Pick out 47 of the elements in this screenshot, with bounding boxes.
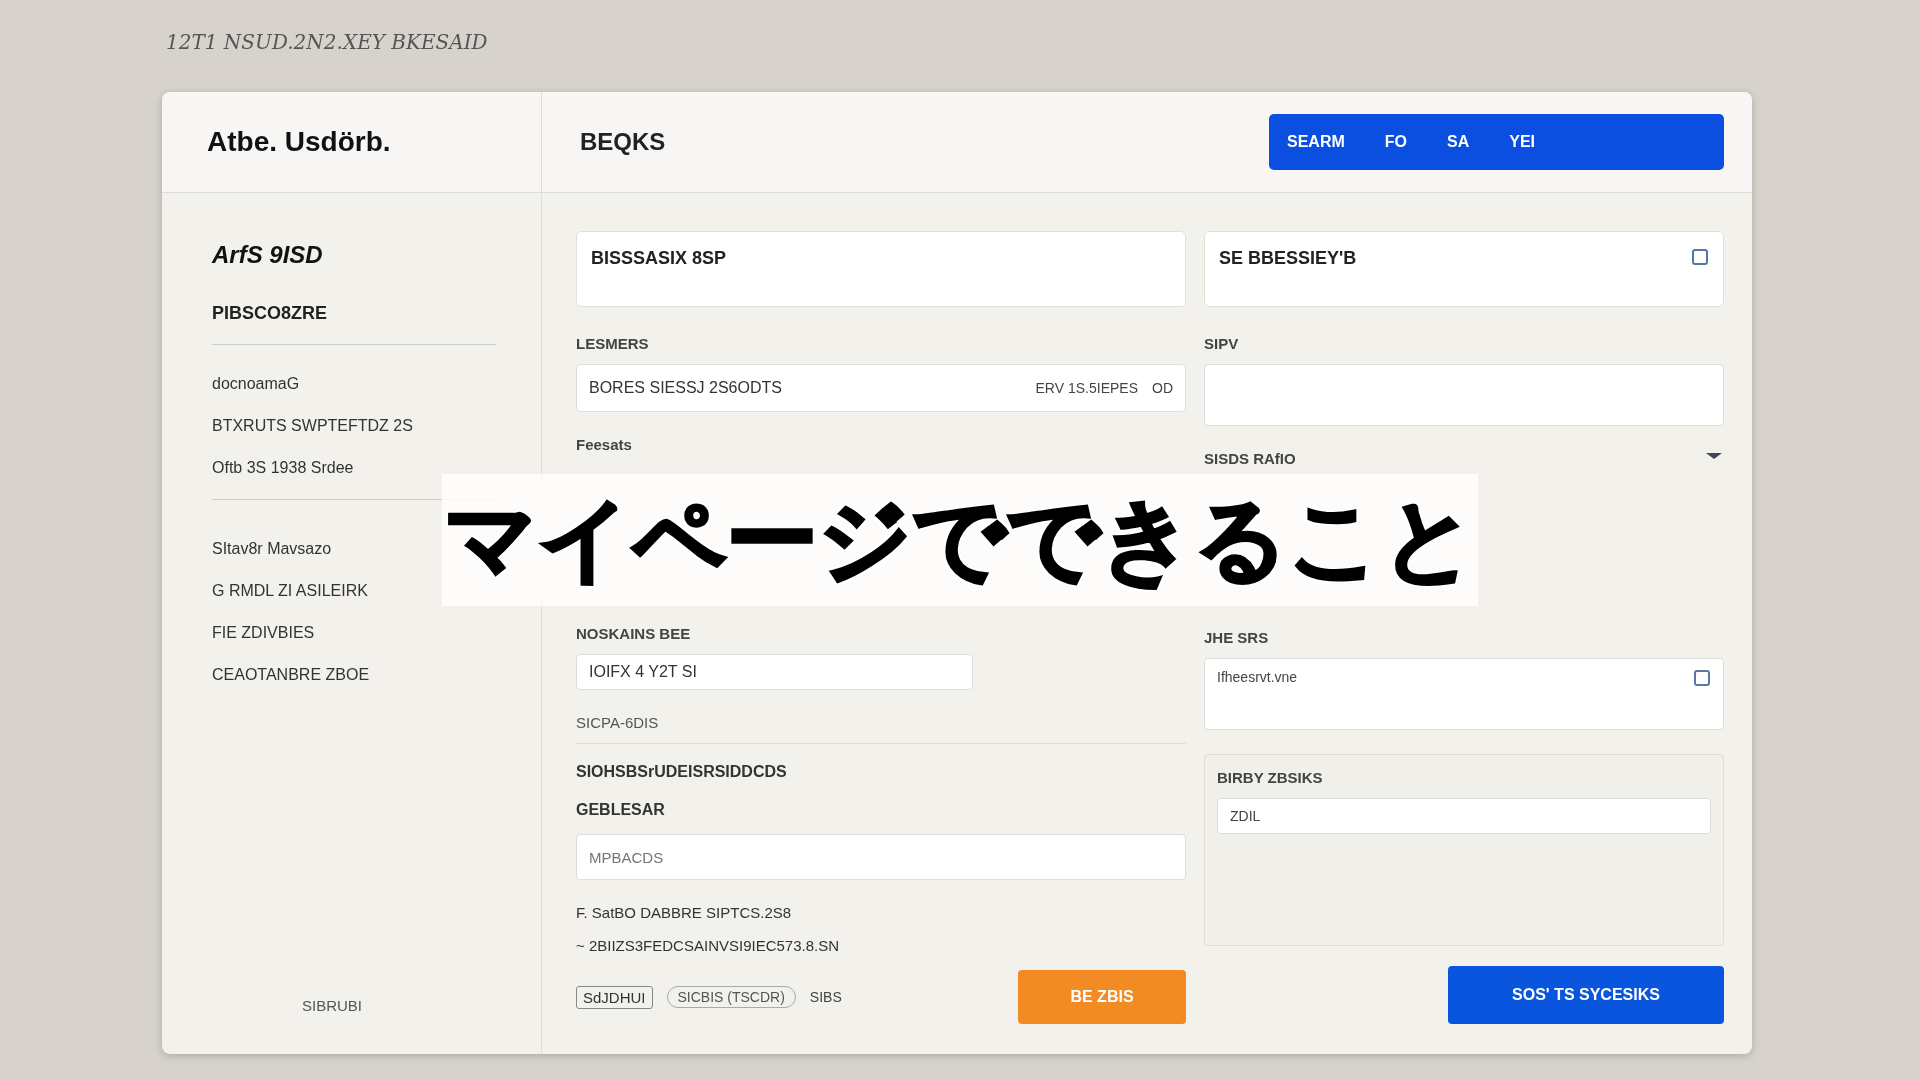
input-field[interactable]: BORES SIESSJ 2S6ODTS ERV 1S.5IEPES OD xyxy=(576,364,1186,412)
sidebar-subheading: PIBSCO8ZRE xyxy=(212,303,496,345)
square-icon xyxy=(1693,669,1711,687)
field-note: ERV 1S.5IEPES xyxy=(1035,380,1138,396)
app-title: Atbe. Usdörb. xyxy=(207,126,391,158)
info-line: ~ 2BIIZS3FEDCSAINVSI9IEC573.8.SN xyxy=(576,937,841,954)
paragraph: SIOHSBSrUDEISRSIDDCDS xyxy=(576,762,788,782)
header-button[interactable]: SEARM FO SA YEI xyxy=(1269,114,1724,170)
sidebar-item[interactable]: BTXRUTS SWPTEFTDZ 2S xyxy=(212,417,413,435)
paragraph: GEBLESAR xyxy=(576,800,666,820)
field-label: NOSKAINS BEE xyxy=(576,625,692,642)
square-icon xyxy=(1691,248,1709,266)
field-label: SISDS RAfIO xyxy=(1204,450,1296,467)
field-label: SIPV xyxy=(1204,335,1240,352)
field-label: JHE SRS xyxy=(1204,629,1270,646)
card-title: BISSSASIX 8SP xyxy=(591,248,727,270)
field-suffix: OD xyxy=(1152,380,1173,396)
note-text: SICPA-6DIS xyxy=(576,714,1186,744)
field-value: ZDIL xyxy=(1230,808,1261,824)
sidebar-item[interactable]: docnoamaG xyxy=(212,375,300,393)
tag: SdJDHUI xyxy=(576,985,653,1009)
sidebar-item[interactable]: CEAOTANBRE ZBOE xyxy=(212,666,370,684)
input-field[interactable]: MPBACDS xyxy=(576,834,1186,880)
submit-button[interactable]: SOS' TS SYCESIKS xyxy=(1448,966,1724,1024)
footer-text: SIBS xyxy=(809,989,842,1005)
field-label: LESMERS xyxy=(576,335,650,352)
caption: 12T1 NSUD.2N2.XEY BKESAID xyxy=(166,30,489,54)
field-value: BORES SIESSJ 2S6ODTS xyxy=(589,379,782,397)
caret-icon[interactable] xyxy=(1704,450,1724,460)
text-area[interactable]: Ifheesrvt.vne xyxy=(1204,658,1724,730)
sidebar-heading: ArfS 9ISD xyxy=(212,241,324,269)
sidebar-item[interactable]: FIE ZDIVBIES xyxy=(212,624,315,642)
card-title: SE BBESSIEY'B xyxy=(1219,248,1357,270)
input-field[interactable]: ZDIL xyxy=(1217,798,1711,834)
sidebar-item[interactable]: SItav8r Mavsazo xyxy=(212,540,332,558)
sidebar-item[interactable]: Oftb 3S 1938 Srdee xyxy=(212,459,354,477)
page-title: BEQKS xyxy=(580,128,666,156)
sidebar-footer: SIBRUBI xyxy=(212,997,496,1014)
input-field[interactable] xyxy=(1204,364,1724,426)
info-line: F. SatBO DABBRE SIPTCS.2S8 xyxy=(576,904,793,921)
field-value: IOIFX 4 Y2T SI xyxy=(589,663,697,681)
field-value: Ifheesrvt.vne xyxy=(1217,669,1298,685)
input-field[interactable]: IOIFX 4 Y2T SI xyxy=(576,654,973,690)
banner-text: マイページでできること xyxy=(444,485,1476,595)
field-label: BIRBY ZBSIKS xyxy=(1217,769,1324,786)
sidebar-item[interactable]: G RMDL ZI ASILEIRK xyxy=(212,582,368,600)
field-label: Feesats xyxy=(576,436,633,453)
